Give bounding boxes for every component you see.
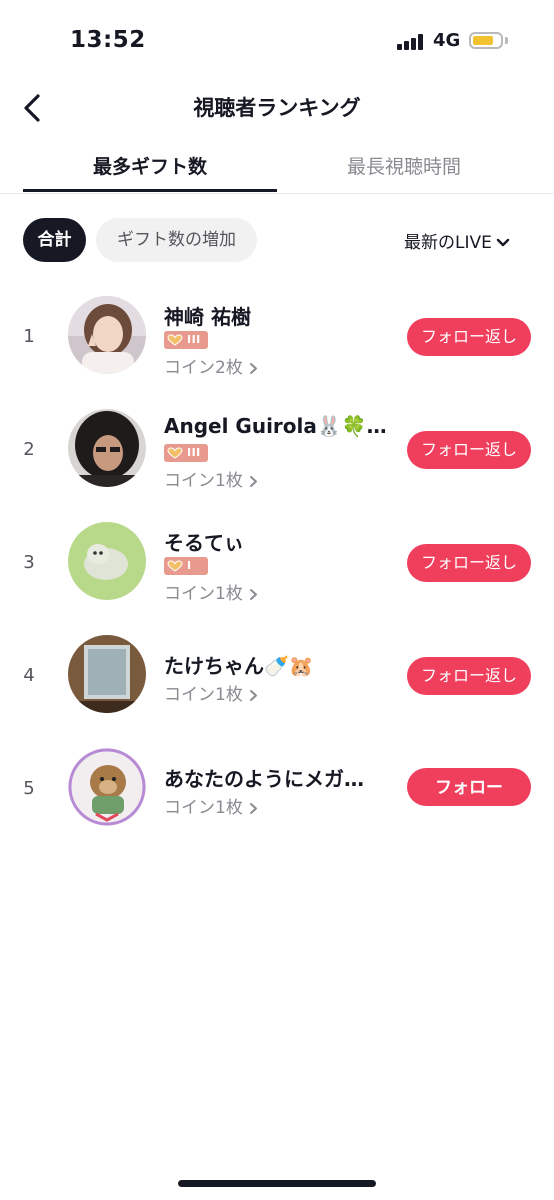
filter-gift-increase-chip[interactable]: ギフト数の増加 [96,218,257,262]
ranking-row[interactable]: 1 神崎 祐樹 III コイン2枚 フォロー返し [0,287,554,387]
avatar[interactable] [68,635,146,713]
avatar[interactable] [68,409,146,487]
coin-count-label: コイン2枚 [164,358,243,378]
status-time: 13:52 [70,27,146,53]
coin-count-label: コイン1枚 [164,584,243,604]
heart-icon [167,447,183,459]
chevron-down-icon [496,238,510,247]
chevron-right-icon [249,362,257,374]
avatar[interactable] [68,296,146,374]
battery-cap [505,37,508,44]
viewer-name: Angel Guirola🐰🍀… [164,414,387,438]
follow-back-button[interactable]: フォロー返し [407,544,531,582]
heart-icon [167,560,183,572]
rank-number: 1 [23,326,35,347]
badge-level: I [187,559,192,572]
viewer-name: そるてぃ [164,531,244,555]
coin-count-label: コイン1枚 [164,471,243,491]
coin-count-label: コイン1枚 [164,685,243,705]
tab-most-gifts[interactable]: 最多ギフト数 [23,152,277,192]
tabs-divider [0,193,554,194]
active-tab-indicator [23,189,277,192]
coin-count[interactable]: コイン1枚 [164,579,258,604]
battery-icon [469,32,503,49]
ranking-row[interactable]: 2 Angel Guirola🐰🍀… III コイン1枚 フォロー返し [0,400,554,500]
follow-button[interactable]: フォロー [407,768,531,806]
chevron-right-icon [249,588,257,600]
chevron-right-icon [249,802,257,814]
page-title: 視聴者ランキング [193,96,361,120]
ranking-row[interactable]: 3 そるてぃ I コイン1枚 フォロー返し [0,513,554,613]
live-selector[interactable]: 最新のLIVE [404,228,510,253]
fan-level-badge: I [164,557,208,575]
follow-back-button[interactable]: フォロー返し [407,431,531,469]
rank-number: 5 [23,778,35,799]
ranking-row[interactable]: 5 あなたのようにメガ… コイン1枚 フォロー [0,739,554,839]
badge-level: III [187,446,201,459]
chevron-right-icon [249,689,257,701]
viewer-name: 神崎 祐樹 [164,305,251,329]
live-selector-label: 最新のLIVE [404,233,492,253]
coin-count[interactable]: コイン1枚 [164,466,258,491]
coin-count[interactable]: コイン1枚 [164,793,258,818]
avatar[interactable] [68,522,146,600]
filter-total-chip[interactable]: 合計 [23,218,86,262]
tab-longest-watch-time[interactable]: 最長視聴時間 [277,152,531,192]
avatar[interactable] [68,748,146,826]
rank-number: 4 [23,665,35,686]
signal-icon [397,34,427,50]
coin-count[interactable]: コイン1枚 [164,680,258,705]
heart-icon [167,334,183,346]
fan-level-badge: III [164,444,208,462]
status-bar: 13:52 4G [0,0,554,80]
home-indicator [178,1180,376,1187]
follow-back-button[interactable]: フォロー返し [407,318,531,356]
viewer-name: たけちゃん🍼🐹 [164,654,314,678]
rank-number: 2 [23,439,35,460]
ranking-row[interactable]: 4 たけちゃん🍼🐹 コイン1枚 フォロー返し [0,626,554,726]
badge-level: III [187,333,201,346]
fan-level-badge: III [164,331,208,349]
chevron-right-icon [249,475,257,487]
coin-count-label: コイン1枚 [164,798,243,818]
network-label: 4G [433,30,461,51]
rank-number: 3 [23,552,35,573]
viewer-name: あなたのようにメガ… [164,767,364,791]
coin-count[interactable]: コイン2枚 [164,353,258,378]
follow-back-button[interactable]: フォロー返し [407,657,531,695]
